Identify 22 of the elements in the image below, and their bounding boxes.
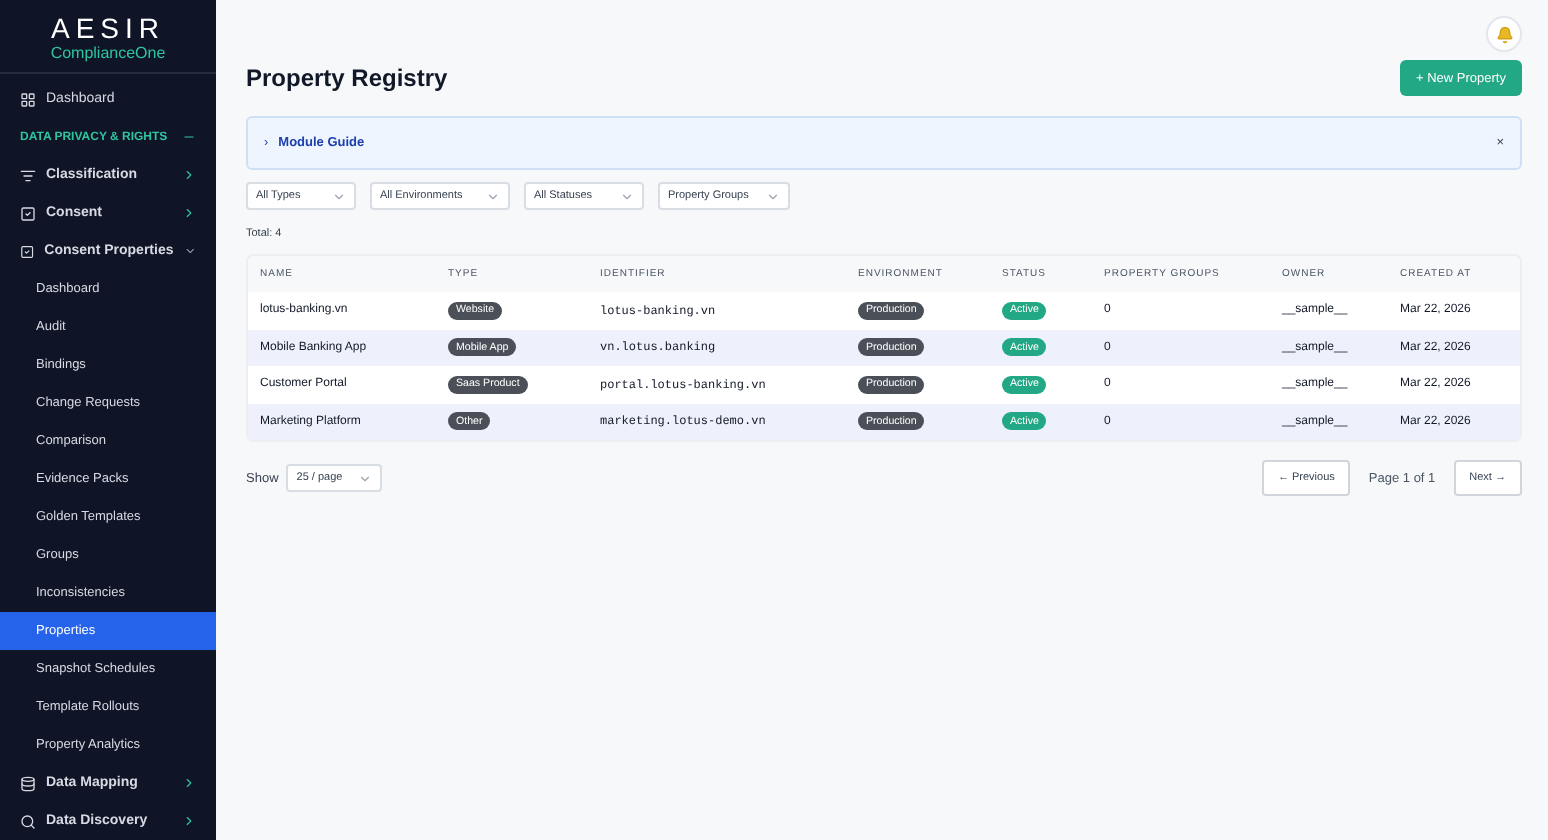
database-icon — [20, 775, 36, 791]
list-icon — [20, 167, 36, 183]
logo-text: AESIR — [50, 13, 165, 43]
page-title: Property Registry — [246, 64, 448, 92]
chevron-down-icon — [183, 244, 196, 258]
bell-icon — [1495, 25, 1513, 43]
chevron-down-icon — [358, 471, 373, 485]
checkbox-icon — [20, 243, 35, 259]
chevron-right-icon — [182, 168, 196, 182]
chevron-right-icon — [182, 206, 196, 220]
chevron-right-icon — [182, 814, 196, 828]
chevron-down-icon — [620, 189, 634, 203]
chevron-down-icon — [486, 189, 500, 203]
logo-subtitle: ComplianceOne — [50, 43, 166, 63]
minus-icon — [182, 130, 196, 144]
chevron-right-icon — [182, 776, 196, 790]
notification-button[interactable] — [1486, 16, 1522, 52]
search-icon — [20, 813, 36, 829]
checkbox-icon — [20, 205, 36, 221]
chevron-down-icon — [766, 189, 780, 203]
grid-icon — [20, 91, 36, 107]
chevron-down-icon — [332, 189, 346, 203]
